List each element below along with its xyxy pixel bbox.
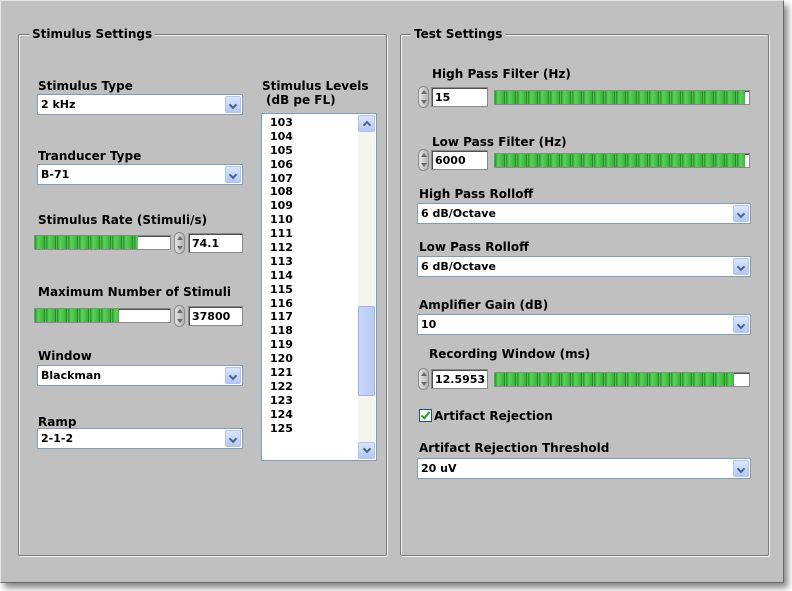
chevron-down-icon[interactable] xyxy=(733,205,749,222)
recording-window-input[interactable]: 12.5953 xyxy=(431,369,488,389)
stimulus-type-dropdown[interactable]: 2 kHz xyxy=(37,94,243,115)
low-pass-filter-spinner[interactable] xyxy=(418,149,429,171)
artifact-threshold-label: Artifact Rejection Threshold xyxy=(419,441,610,455)
stimulus-level-item[interactable]: 104 xyxy=(270,130,293,144)
high-pass-rolloff-dropdown[interactable]: 6 dB/Octave xyxy=(417,203,751,224)
high-pass-filter-spinner[interactable] xyxy=(418,86,429,108)
chevron-down-icon[interactable] xyxy=(733,258,749,275)
stimulus-level-item[interactable]: 105 xyxy=(270,144,293,158)
stimulus-level-item[interactable]: 107 xyxy=(270,172,293,186)
stimulus-level-item[interactable]: 115 xyxy=(270,283,293,297)
stimulus-levels-listbox[interactable]: 103 104 105 106 107 108 109 110 111 112 113 114 115 1… xyxy=(261,113,377,461)
artifact-rejection-label[interactable]: Artifact Rejection xyxy=(434,409,553,423)
chevron-down-icon[interactable] xyxy=(225,96,241,113)
stimulus-type-label: Stimulus Type xyxy=(38,79,133,93)
test-settings-title: Test Settings xyxy=(411,26,506,42)
window-label: Window xyxy=(38,349,92,363)
high-pass-filter-value: 15 xyxy=(435,91,451,104)
low-pass-rolloff-value: 6 dB/Octave xyxy=(421,260,496,273)
chevron-down-icon[interactable] xyxy=(225,430,241,447)
max-stimuli-slider[interactable] xyxy=(34,308,171,323)
chevron-down-icon[interactable] xyxy=(225,166,241,183)
artifact-threshold-value: 20 uV xyxy=(421,462,457,475)
high-pass-rolloff-value: 6 dB/Octave xyxy=(421,207,496,220)
window-frame: Stimulus Settings Test Settings Stimulus… xyxy=(0,0,784,583)
stimulus-rate-slider[interactable] xyxy=(34,235,171,250)
stimulus-level-item[interactable]: 124 xyxy=(270,408,293,422)
chevron-down-icon[interactable] xyxy=(225,367,241,384)
scrollbar-thumb[interactable] xyxy=(358,305,375,396)
high-pass-filter-slider[interactable] xyxy=(494,90,750,105)
ramp-value: 2-1-2 xyxy=(41,432,74,445)
stimulus-level-item[interactable]: 108 xyxy=(270,185,293,199)
recording-window-value: 12.5953 xyxy=(435,373,486,386)
window-dropdown[interactable]: Blackman xyxy=(37,365,243,386)
amplifier-gain-value: 10 xyxy=(421,318,437,331)
scroll-down-icon[interactable] xyxy=(358,442,375,459)
stimulus-level-item[interactable]: 111 xyxy=(270,227,293,241)
chevron-down-icon[interactable] xyxy=(733,460,749,477)
stimulus-level-item[interactable]: 109 xyxy=(270,199,293,213)
stimulus-level-item[interactable]: 114 xyxy=(270,269,293,283)
stimulus-level-item[interactable]: 110 xyxy=(270,213,293,227)
recording-window-spinner[interactable] xyxy=(418,368,429,390)
stimulus-level-item[interactable]: 122 xyxy=(270,380,293,394)
chevron-down-icon[interactable] xyxy=(733,316,749,333)
amplifier-gain-dropdown[interactable]: 10 xyxy=(417,314,751,335)
low-pass-filter-label: Low Pass Filter (Hz) xyxy=(432,135,567,149)
window-value: Blackman xyxy=(41,369,102,382)
stimulus-rate-label: Stimulus Rate (Stimuli/s) xyxy=(38,213,208,227)
high-pass-filter-slider-fill xyxy=(495,91,746,104)
stimulus-rate-input[interactable]: 74.1 xyxy=(188,233,243,253)
ramp-dropdown[interactable]: 2-1-2 xyxy=(37,428,243,449)
low-pass-rolloff-label: Low Pass Rolloff xyxy=(419,240,529,254)
scroll-up-icon[interactable] xyxy=(358,115,375,132)
recording-window-slider-fill xyxy=(495,373,734,386)
max-stimuli-value: 37800 xyxy=(192,310,231,323)
stimulus-level-item[interactable]: 103 xyxy=(270,116,293,130)
max-stimuli-input[interactable]: 37800 xyxy=(188,306,243,326)
max-stimuli-slider-fill xyxy=(35,309,119,322)
ramp-label: Ramp xyxy=(38,415,77,429)
stimulus-level-item[interactable]: 121 xyxy=(270,366,293,380)
transducer-type-dropdown[interactable]: B-71 xyxy=(37,164,243,185)
low-pass-filter-value: 6000 xyxy=(435,154,466,167)
stimulus-level-item[interactable]: 106 xyxy=(270,158,293,172)
stimulus-level-item[interactable]: 125 xyxy=(270,422,293,436)
low-pass-filter-input[interactable]: 6000 xyxy=(431,150,488,170)
stimulus-rate-slider-fill xyxy=(35,236,138,249)
stimulus-level-item[interactable]: 113 xyxy=(270,255,293,269)
max-stimuli-label: Maximum Number of Stimuli xyxy=(38,285,231,299)
stimulus-level-item[interactable]: 120 xyxy=(270,352,293,366)
stimulus-settings-title: Stimulus Settings xyxy=(29,26,156,42)
low-pass-filter-slider[interactable] xyxy=(494,153,750,168)
high-pass-filter-label: High Pass Filter (Hz) xyxy=(432,67,571,81)
stimulus-level-item[interactable]: 119 xyxy=(270,338,293,352)
recording-window-slider[interactable] xyxy=(494,372,750,387)
stimulus-levels-unit-label: (dB pe FL) xyxy=(266,93,336,107)
stimulus-level-item[interactable]: 123 xyxy=(270,394,293,408)
stimulus-type-value: 2 kHz xyxy=(41,98,76,111)
artifact-threshold-dropdown[interactable]: 20 uV xyxy=(417,458,751,479)
stimulus-level-item[interactable]: 112 xyxy=(270,241,293,255)
amplifier-gain-label: Amplifier Gain (dB) xyxy=(419,298,549,312)
stimulus-rate-spinner[interactable] xyxy=(174,232,185,254)
max-stimuli-spinner[interactable] xyxy=(174,305,185,327)
stimulus-level-item[interactable]: 117 xyxy=(270,310,293,324)
stimulus-level-item[interactable]: 116 xyxy=(270,297,293,311)
levels-scrollbar[interactable] xyxy=(358,115,375,459)
stimulus-level-item[interactable]: 118 xyxy=(270,324,293,338)
artifact-rejection-checkbox[interactable] xyxy=(419,409,432,422)
high-pass-filter-input[interactable]: 15 xyxy=(431,87,488,107)
stimulus-levels-label: Stimulus Levels xyxy=(262,79,369,93)
stimulus-rate-value: 74.1 xyxy=(192,237,220,250)
stimulus-levels-items: 103 104 105 106 107 108 109 110 111 112 113 114 115 1… xyxy=(270,116,293,435)
recording-window-label: Recording Window (ms) xyxy=(429,347,591,361)
high-pass-rolloff-label: High Pass Rolloff xyxy=(419,187,534,201)
low-pass-filter-slider-fill xyxy=(495,154,746,167)
transducer-type-value: B-71 xyxy=(41,168,70,181)
transducer-type-label: Tranducer Type xyxy=(38,149,142,163)
low-pass-rolloff-dropdown[interactable]: 6 dB/Octave xyxy=(417,256,751,277)
